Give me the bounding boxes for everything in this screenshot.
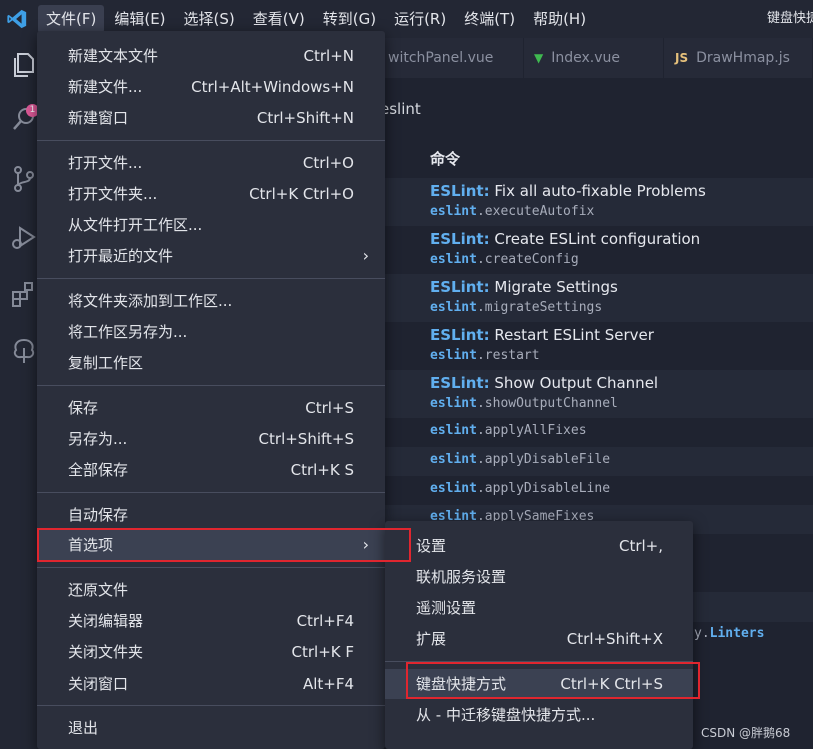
menu-help[interactable]: 帮助(H) xyxy=(525,5,594,33)
menu-file[interactable]: 文件(F) xyxy=(38,5,105,33)
menu-item-revert-file[interactable]: 还原文件 xyxy=(37,575,385,605)
command-title: ESLint: Migrate Settings xyxy=(430,278,618,296)
table-row[interactable]: ESLint: Show Output Channel eslint.showO… xyxy=(385,370,813,418)
tab-drawhmap-js[interactable]: JS DrawHmap.js xyxy=(665,38,813,78)
command-title: ESLint: Fix all auto-fixable Problems xyxy=(430,182,706,200)
command-id: eslint.restart xyxy=(430,348,540,363)
command-id: eslint.createConfig xyxy=(430,252,579,267)
menu-item-save-workspace-as[interactable]: 将工作区另存为... xyxy=(37,317,385,347)
menu-edit[interactable]: 编辑(E) xyxy=(106,5,173,33)
highlight-box-preferences xyxy=(37,528,411,562)
menu-selection[interactable]: 选择(S) xyxy=(176,5,243,33)
explorer-icon[interactable] xyxy=(9,50,39,80)
highlight-box-keyboard-shortcuts xyxy=(406,662,700,699)
menu-item-online-services[interactable]: 联机服务设置 xyxy=(385,562,693,592)
tab-label: DrawHmap.js xyxy=(696,50,790,66)
column-header-command: 命令 xyxy=(430,150,461,168)
menu-view[interactable]: 查看(V) xyxy=(245,5,313,33)
menu-item-save-all[interactable]: 全部保存 Ctrl+K S xyxy=(37,455,385,485)
tab-label: witchPanel.vue xyxy=(388,50,494,66)
command-id: eslint.executeAutofix xyxy=(430,204,595,219)
menu-item-auto-save[interactable]: 自动保存 xyxy=(37,500,385,530)
menu-item-new-file[interactable]: 新建文件... Ctrl+Alt+Windows+N xyxy=(37,72,385,102)
menu-item-save-as[interactable]: 另存为... Ctrl+Shift+S xyxy=(37,424,385,454)
command-id: eslint.migrateSettings xyxy=(430,300,603,315)
menu-separator xyxy=(37,492,385,493)
tab-label: Index.vue xyxy=(551,50,620,66)
menu-item-close-editor[interactable]: 关闭编辑器 Ctrl+F4 xyxy=(37,606,385,636)
menu-item-exit[interactable]: 退出 xyxy=(37,713,385,743)
tab-switch-panel[interactable]: witchPanel.vue xyxy=(378,38,524,78)
table-row[interactable]: ESLint: Create ESLint configuration esli… xyxy=(385,226,813,274)
run-debug-icon[interactable] xyxy=(9,222,39,252)
js-file-icon: JS xyxy=(675,51,689,65)
tab-index-vue[interactable]: ▼ Index.vue xyxy=(524,38,664,78)
command-id: eslint.applyDisableFile xyxy=(430,452,611,467)
chevron-right-icon: › xyxy=(362,246,369,265)
menu-item-settings[interactable]: 设置 Ctrl+, xyxy=(385,531,693,561)
window-title: 键盘快捷 xyxy=(767,11,813,26)
command-title: ESLint: Restart ESLint Server xyxy=(430,326,654,344)
menu-run[interactable]: 运行(R) xyxy=(386,5,454,33)
command-title: ESLint: Create ESLint configuration xyxy=(430,230,701,248)
menu-separator xyxy=(37,385,385,386)
search-text: eslint xyxy=(380,100,421,118)
menu-separator xyxy=(37,140,385,141)
source-control-icon[interactable] xyxy=(9,164,39,194)
menu-item-open-workspace[interactable]: 从文件打开工作区... xyxy=(37,210,385,240)
table-row[interactable]: ESLint: Restart ESLint Server eslint.res… xyxy=(385,322,813,370)
menu-item-close-window[interactable]: 关闭窗口 Alt+F4 xyxy=(37,669,385,699)
menu-item-extensions[interactable]: 扩展 Ctrl+Shift+X xyxy=(385,624,693,654)
menu-item-migrate-keybindings[interactable]: 从 - 中迁移键盘快捷方式... xyxy=(385,700,693,730)
tree-view-icon[interactable] xyxy=(9,336,39,366)
command-id: eslint.showOutputChannel xyxy=(430,396,618,411)
menu-go[interactable]: 转到(G) xyxy=(315,5,384,33)
menu-separator xyxy=(37,278,385,279)
table-row[interactable]: eslint.applyDisableLine xyxy=(385,476,813,505)
preferences-submenu: 设置 Ctrl+, 联机服务设置 遥测设置 扩展 Ctrl+Shift+X 键盘快捷… xyxy=(385,521,693,749)
watermark: CSDN @胖鹅68 xyxy=(701,726,791,740)
table-row[interactable]: eslint.applyDisableFile xyxy=(385,447,813,476)
menu-separator xyxy=(37,567,385,568)
command-id: eslint.applyAllFixes xyxy=(430,423,587,438)
menu-item-new-window[interactable]: 新建窗口 Ctrl+Shift+N xyxy=(37,103,385,133)
command-id: eslint.applyDisableLine xyxy=(430,481,611,496)
menu-item-duplicate-workspace[interactable]: 复制工作区 xyxy=(37,348,385,378)
menu-separator xyxy=(37,705,385,706)
command-id-fragment: y.Linters xyxy=(694,626,765,641)
menu-item-new-text-file[interactable]: 新建文本文件 Ctrl+N xyxy=(37,41,385,71)
menu-item-add-folder[interactable]: 将文件夹添加到工作区... xyxy=(37,286,385,316)
menu-terminal[interactable]: 终端(T) xyxy=(456,5,523,33)
table-row[interactable]: ESLint: Fix all auto-fixable Problems es… xyxy=(385,178,813,226)
file-menu: 新建文本文件 Ctrl+N 新建文件... Ctrl+Alt+Windows+N 新… xyxy=(37,31,385,749)
menu-item-save[interactable]: 保存 Ctrl+S xyxy=(37,393,385,423)
table-row[interactable]: ESLint: Migrate Settings eslint.migrateS… xyxy=(385,274,813,322)
menu-item-open-folder[interactable]: 打开文件夹... Ctrl+K Ctrl+O xyxy=(37,179,385,209)
vue-icon: ▼ xyxy=(534,51,544,65)
menu-item-open-recent[interactable]: 打开最近的文件 › xyxy=(37,241,385,271)
extensions-icon[interactable] xyxy=(9,280,39,310)
table-row[interactable]: eslint.applyAllFixes xyxy=(385,418,813,447)
command-title: ESLint: Show Output Channel xyxy=(430,374,659,392)
vscode-logo-icon xyxy=(7,9,27,29)
menu-item-close-folder[interactable]: 关闭文件夹 Ctrl+K F xyxy=(37,637,385,667)
menu-item-open-file[interactable]: 打开文件... Ctrl+O xyxy=(37,148,385,178)
menu-item-telemetry[interactable]: 遥测设置 xyxy=(385,593,693,623)
